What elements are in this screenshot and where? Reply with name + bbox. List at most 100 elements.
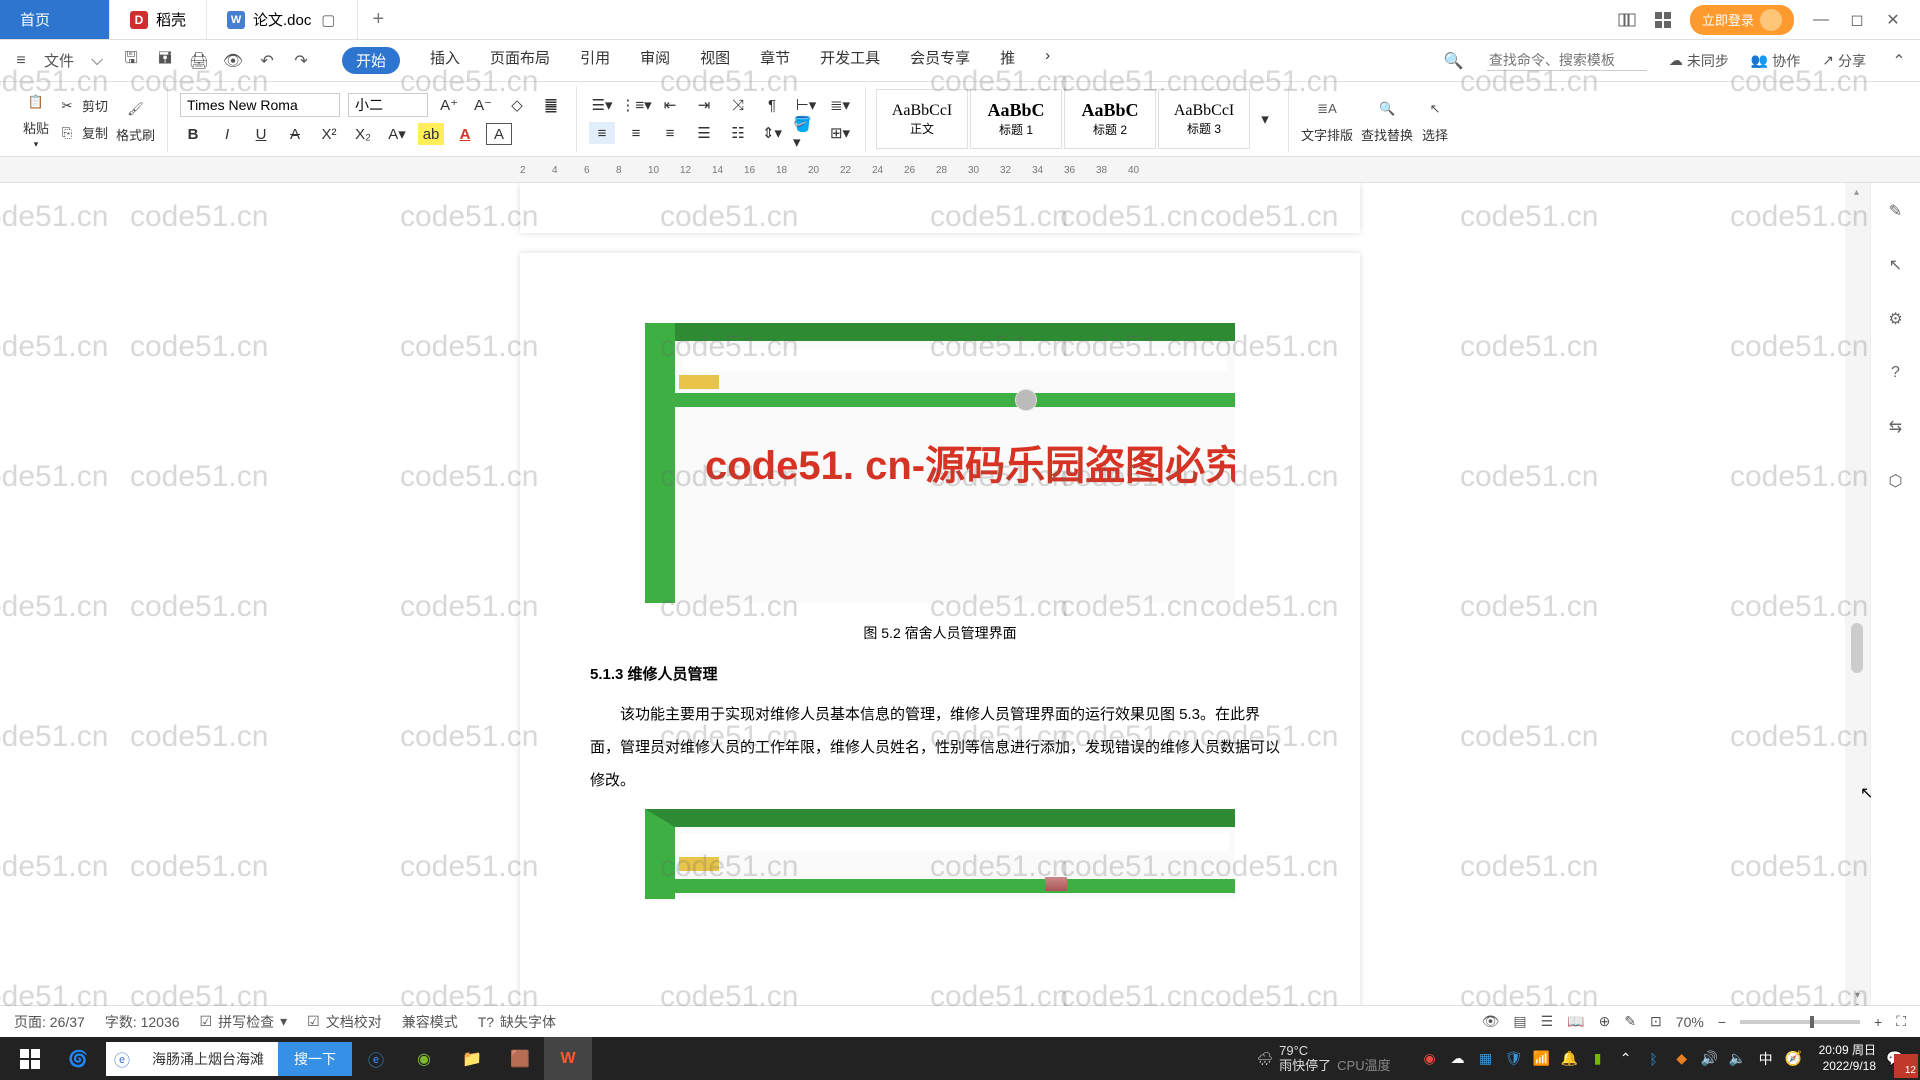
print-preview-icon[interactable]: 👁 [222, 50, 244, 72]
shrink-font-icon[interactable]: A⁻ [470, 94, 496, 116]
justify-button[interactable]: ☰ [691, 122, 717, 144]
find-replace-button[interactable]: 🔍查找替换 [1361, 95, 1413, 144]
underline-button[interactable]: U [248, 123, 274, 145]
search-icon[interactable]: 🔍 [1443, 50, 1465, 72]
copilot-app-icon[interactable]: 🌀 [54, 1037, 102, 1080]
menu-chapter[interactable]: 章节 [760, 47, 790, 74]
zoom-in-button[interactable]: + [1874, 1014, 1882, 1030]
menu-page-layout[interactable]: 页面布局 [490, 47, 550, 74]
reading-view-icon[interactable]: 📖 [1567, 1013, 1584, 1030]
font-color-button[interactable]: A [452, 123, 478, 145]
page-indicator[interactable]: 页面: 26/37 [14, 1012, 85, 1032]
chevron-down-icon[interactable]: ⌵ [86, 50, 108, 72]
vertical-scrollbar[interactable]: ▴ ▾ ⌃ ⊡ ⌄ [1845, 183, 1870, 1040]
horizontal-ruler[interactable]: 246810121416182022242628303234363840 [0, 157, 1920, 183]
text-effects-icon[interactable]: A▾ [384, 123, 410, 145]
missing-fonts-button[interactable]: T? 缺失字体 [478, 1012, 556, 1032]
apps-grid-icon[interactable] [1654, 11, 1672, 29]
print-icon[interactable]: 🖨 [188, 50, 210, 72]
font-size-select[interactable] [348, 93, 428, 117]
tray-bell-icon[interactable]: 🔔 [1561, 1050, 1579, 1068]
format-painter-button[interactable]: 🖌 格式刷 [116, 95, 155, 144]
decrease-indent-icon[interactable]: ⇤ [657, 94, 683, 116]
tray-icon-1[interactable]: ◉ [1421, 1050, 1439, 1068]
menu-developer[interactable]: 开发工具 [820, 47, 880, 74]
copy-button[interactable]: ⎘复制 [58, 123, 108, 142]
clear-format-icon[interactable]: ◇ [504, 94, 530, 116]
menu-view[interactable]: 视图 [700, 47, 730, 74]
menu-references[interactable]: 引用 [580, 47, 610, 74]
subscript-button[interactable]: X₂ [350, 123, 376, 145]
zoom-to-page-icon[interactable]: ⊡ [1650, 1013, 1662, 1030]
align-right-button[interactable]: ≡ [657, 122, 683, 144]
tab-home[interactable]: 首页 [0, 0, 110, 39]
start-button[interactable] [6, 1037, 54, 1080]
menu-start[interactable]: 开始 [342, 47, 400, 74]
strikethrough-button[interactable]: A [282, 123, 308, 145]
phonetic-guide-icon[interactable]: ䷀ [538, 94, 564, 116]
fullscreen-icon[interactable]: ⛶ [1896, 1013, 1906, 1030]
tab-stops-icon[interactable]: ⊢▾ [793, 94, 819, 116]
pen-icon[interactable]: ✎ [1624, 1013, 1636, 1030]
text-layout-button[interactable]: ≣A文字排版 [1301, 95, 1353, 144]
collate-button[interactable]: ☑ 文档校对 [307, 1012, 382, 1032]
tray-ime-button[interactable]: 中 [1757, 1050, 1775, 1068]
login-button[interactable]: 立即登录 [1690, 5, 1794, 35]
bold-button[interactable]: B [180, 123, 206, 145]
borders-icon[interactable]: ⊞▾ [827, 122, 853, 144]
unsynced-button[interactable]: ☁ 未同步 [1669, 51, 1729, 71]
new-tab-button[interactable]: + [358, 0, 398, 39]
app-icon-1[interactable]: 🟫 [496, 1037, 544, 1080]
edge-app-icon[interactable]: ⓔ [352, 1037, 400, 1080]
wps-app-icon[interactable]: W [544, 1037, 592, 1080]
notification-badge[interactable]: 12 [1894, 1054, 1918, 1078]
style-heading1[interactable]: AaBbC标题 1 [970, 89, 1062, 149]
command-search-input[interactable] [1487, 50, 1647, 71]
outline-view-icon[interactable]: ☰ [1541, 1013, 1554, 1030]
tray-wifi-icon[interactable]: 📶 [1533, 1050, 1551, 1068]
tab-daoke[interactable]: D 稻壳 [110, 0, 207, 39]
char-border-button[interactable]: A [486, 123, 512, 145]
minimize-button[interactable]: — [1812, 11, 1830, 29]
web-view-icon[interactable]: ⊕ [1599, 1013, 1611, 1030]
align-left-button[interactable]: ≡ [589, 122, 615, 144]
tray-volume-icon[interactable]: 🔈 [1729, 1050, 1747, 1068]
tray-bluetooth-icon[interactable]: ᛒ [1645, 1050, 1663, 1068]
menu-more[interactable]: 推 [1000, 47, 1015, 74]
shading-icon[interactable]: 🪣▾ [793, 122, 819, 144]
tray-gpu-icon[interactable]: ▮ [1589, 1050, 1607, 1068]
tray-icon-3[interactable]: ▦ [1477, 1050, 1495, 1068]
distributed-button[interactable]: ☷ [725, 122, 751, 144]
tab-document[interactable]: W 论文.doc ▢ [207, 0, 358, 39]
browser-app-icon[interactable]: ◉ [400, 1037, 448, 1080]
settings-sliders-icon[interactable]: ⚙ [1884, 307, 1908, 331]
style-heading2[interactable]: AaBbC标题 2 [1064, 89, 1156, 149]
word-count[interactable]: 字数: 12036 [105, 1012, 180, 1032]
save-as-icon[interactable]: 🖬 [154, 50, 176, 72]
highlight-button[interactable]: ab [418, 123, 444, 145]
menu-caret-icon[interactable]: ⌃ [1888, 50, 1910, 72]
maximize-button[interactable]: ◻ [1848, 11, 1866, 29]
save-icon[interactable]: 🖫 [120, 50, 142, 72]
file-menu[interactable]: 文件 [44, 50, 74, 72]
grow-font-icon[interactable]: A⁺ [436, 94, 462, 116]
taskbar-clock[interactable]: 20:09 周日 2022/9/18 [1819, 1043, 1876, 1074]
scroll-up-icon[interactable]: ▴ [1854, 187, 1859, 198]
tray-app-icon[interactable]: ◆ [1673, 1050, 1691, 1068]
compat-mode[interactable]: 兼容模式 [402, 1012, 458, 1032]
tray-compass-icon[interactable]: 🧭 [1785, 1050, 1803, 1068]
select-button[interactable]: ↖选择 [1421, 95, 1449, 144]
menu-member[interactable]: 会员专享 [910, 47, 970, 74]
share-button[interactable]: ↗ 分享 [1822, 51, 1866, 71]
zoom-value[interactable]: 70% [1676, 1014, 1704, 1030]
italic-button[interactable]: I [214, 123, 240, 145]
pilcrow-icon[interactable]: ¶ [759, 94, 785, 116]
superscript-button[interactable]: X² [316, 123, 342, 145]
collab-button[interactable]: 👥 协作 [1751, 51, 1800, 71]
hamburger-icon[interactable]: ≡ [10, 50, 32, 72]
increase-indent-icon[interactable]: ⇥ [691, 94, 717, 116]
style-normal[interactable]: AaBbCcI正文 [876, 89, 968, 149]
sort-icon[interactable]: ⤨ [725, 94, 751, 116]
pencil-icon[interactable]: ✎ [1884, 199, 1908, 223]
styles-more-icon[interactable]: ▾ [1252, 108, 1278, 130]
